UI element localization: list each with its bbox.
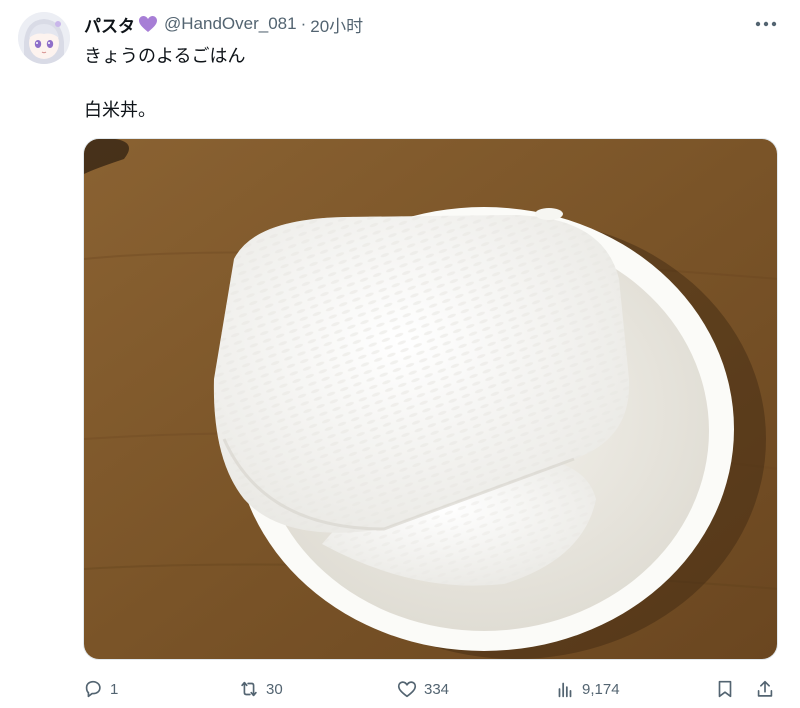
timestamp[interactable]: 20小时 (310, 12, 363, 37)
tweet-actions: 1 30 334 9,174 (78, 674, 780, 704)
like-button[interactable]: 334 (396, 674, 449, 704)
purple-heart-icon (138, 15, 158, 33)
views-icon (558, 682, 572, 698)
more-icon[interactable] (752, 12, 780, 36)
reply-button[interactable]: 1 (82, 674, 118, 704)
views-count: 9,174 (582, 680, 620, 698)
reply-count: 1 (110, 680, 119, 698)
like-icon (397, 681, 417, 698)
tweet-text-line-1: きょうのよるごはん (84, 46, 246, 66)
handle[interactable]: @HandOver_081 (164, 14, 297, 34)
share-icon (757, 680, 773, 697)
avatar[interactable] (18, 12, 70, 64)
tweet-photo[interactable] (83, 138, 778, 660)
reply-icon (85, 680, 101, 698)
retweet-button[interactable]: 30 (238, 674, 283, 704)
tweet-text-line-2: 白米丼。 (84, 100, 156, 120)
bookmark-button[interactable] (714, 674, 736, 704)
separator-dot: · (300, 14, 307, 33)
share-button[interactable] (754, 674, 776, 704)
bookmark-icon (718, 680, 732, 698)
tweet-header: パスタ @HandOver_081 · 20小时 (84, 12, 780, 36)
like-count: 334 (424, 680, 450, 698)
views-button[interactable]: 9,174 (554, 674, 620, 704)
rice-bowl-photo (84, 139, 777, 659)
display-name[interactable]: パスタ (84, 12, 135, 37)
avatar-image (18, 12, 70, 64)
retweet-icon (241, 681, 257, 697)
retweet-count: 30 (266, 680, 283, 698)
